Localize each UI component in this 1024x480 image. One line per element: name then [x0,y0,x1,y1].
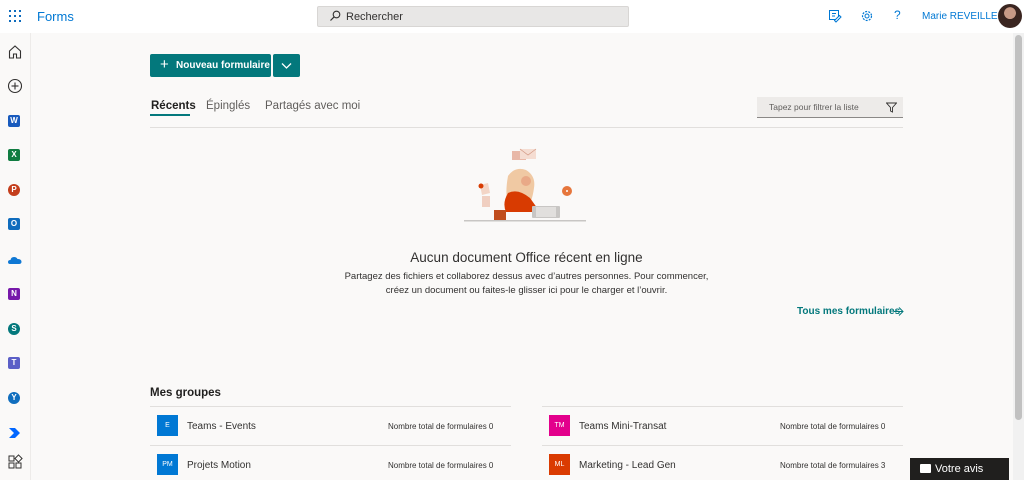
group-form-count: Nombre total de formulaires 0 [388,461,494,470]
group-form-count: Nombre total de formulaires 3 [780,461,886,470]
add-circle-icon[interactable] [7,78,23,94]
group-avatar: ML [549,454,570,475]
new-form-dropdown-button[interactable] [273,54,300,77]
onenote-icon[interactable]: N [7,286,23,302]
all-forms-link[interactable]: Tous mes formulaires [797,306,900,317]
search-icon [330,10,341,21]
divider [150,406,511,407]
scrollbar[interactable] [1013,33,1024,480]
app-title[interactable]: Forms [37,9,74,24]
excel-icon[interactable]: X [7,147,23,163]
tab-pinned[interactable]: Épinglés [206,100,250,112]
group-form-count: Nombre total de formulaires 0 [388,422,494,431]
search-input[interactable]: Rechercher [317,6,629,27]
gear-icon[interactable] [860,9,874,23]
filter-placeholder: Tapez pour filtrer la liste [769,102,859,112]
divider [150,127,903,128]
group-avatar: E [157,415,178,436]
filter-icon [886,102,897,113]
group-avatar: TM [549,415,570,436]
tab-shared[interactable]: Partagés avec moi [265,100,360,112]
all-apps-icon[interactable] [7,454,23,470]
new-form-button[interactable]: + Nouveau formulaire [150,54,271,77]
onedrive-icon[interactable] [7,252,23,268]
divider [150,445,511,446]
app-rail: W X P O N S T Y [0,33,31,480]
empty-state-description-2: créez un document ou faites-le glisser i… [385,285,668,296]
new-form-label: Nouveau formulaire [176,60,270,71]
feedback-edit-icon[interactable] [828,9,842,23]
scrollbar-thumb[interactable] [1015,35,1022,420]
top-bar: Forms Rechercher ? Marie REVEILLERE [0,0,1024,33]
chat-icon [920,464,931,473]
chevron-down-icon [281,63,292,69]
filter-input[interactable]: Tapez pour filtrer la liste [757,97,903,118]
search-placeholder: Rechercher [346,11,403,23]
feedback-button[interactable]: Votre avis [910,458,1009,480]
word-icon[interactable]: W [7,113,23,129]
empty-state-illustration [464,148,586,222]
power-automate-icon[interactable] [7,425,23,441]
home-icon[interactable] [7,44,23,60]
sharepoint-icon[interactable]: S [7,321,23,337]
empty-state-title: Aucun document Office récent en ligne [410,250,643,265]
group-name: Teams Mini-Transat [579,421,667,432]
outlook-icon[interactable]: O [7,216,23,232]
group-name: Teams - Events [187,421,256,432]
app-launcher-icon[interactable] [9,10,21,22]
feedback-label: Votre avis [935,463,984,475]
powerpoint-icon[interactable]: P [7,182,23,198]
help-icon[interactable]: ? [894,8,901,22]
teams-icon[interactable]: T [7,355,23,371]
divider [542,406,903,407]
tab-recents[interactable]: Récents [151,100,196,112]
group-name: Marketing - Lead Gen [579,460,676,471]
plus-icon: + [160,56,169,73]
divider [542,445,903,446]
avatar[interactable] [998,4,1022,28]
group-name: Projets Motion [187,460,251,471]
arrow-right-icon[interactable] [893,306,904,317]
groups-section-title: Mes groupes [150,387,221,399]
yammer-icon[interactable]: Y [7,390,23,406]
group-form-count: Nombre total de formulaires 0 [780,422,886,431]
empty-state-description: Partagez des fichiers et collaborez dess… [344,271,709,282]
group-avatar: PM [157,454,178,475]
tab-active-indicator [150,114,190,116]
